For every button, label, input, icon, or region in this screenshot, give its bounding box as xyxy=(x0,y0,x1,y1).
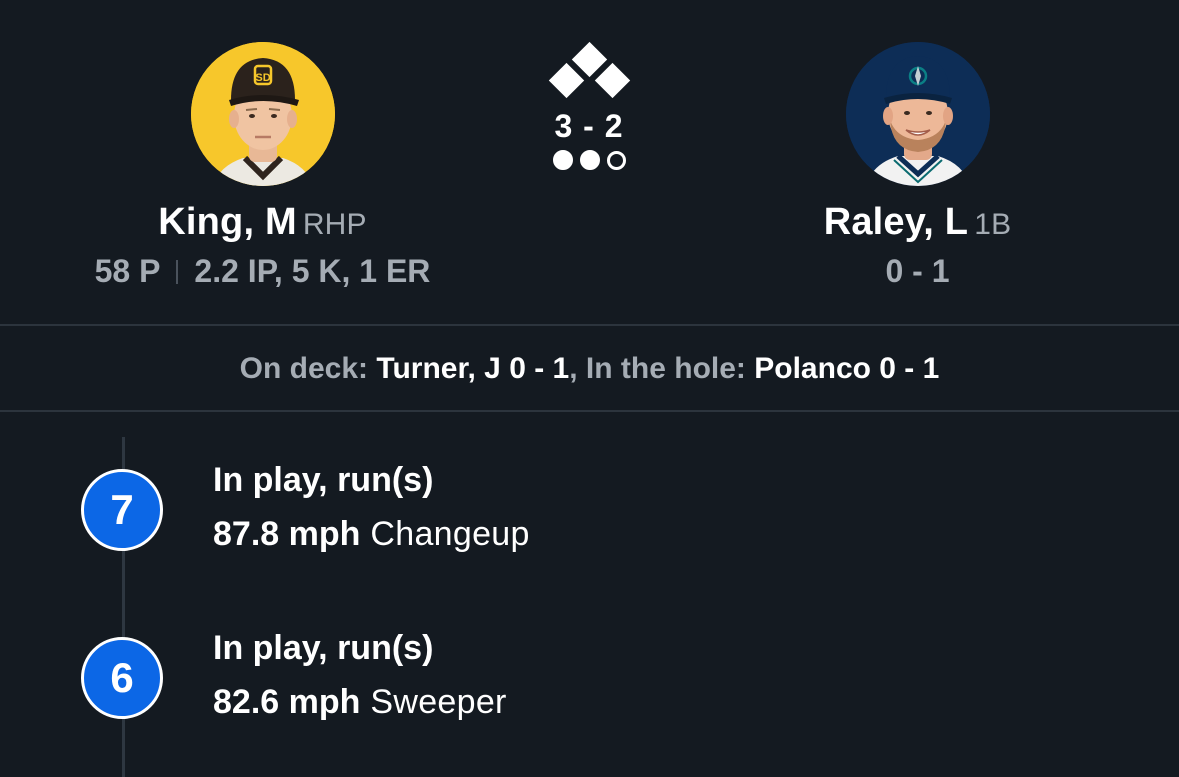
pitcher-name[interactable]: King, M xyxy=(158,201,297,243)
batter-headshot-icon xyxy=(845,42,990,186)
stat-separator xyxy=(176,260,179,284)
on-deck-player[interactable]: Turner, J 0 - 1 xyxy=(376,352,569,385)
batter-name-line: Raley, L 1B xyxy=(745,200,1090,247)
pitch-text: In play, run(s) 87.8 mph Changeup xyxy=(213,459,530,555)
svg-text:SD: SD xyxy=(255,72,270,84)
pitch-detail: 87.8 mph Changeup xyxy=(213,513,530,555)
in-hole-player[interactable]: Polanco 0 - 1 xyxy=(754,352,939,385)
ball-strike-count: 3 - 2 xyxy=(554,108,624,144)
first-base-icon xyxy=(594,62,631,99)
pitch-speed: 82.6 mph xyxy=(213,683,361,721)
divider-top xyxy=(0,324,1179,326)
matchup-header: SD King, M RHP 58 P 2.2 IP, 5 K, 1 ER 3 - … xyxy=(0,0,1179,325)
pitch-row[interactable]: 6 In play, run(s) 82.6 mph Sweeper xyxy=(0,629,1179,745)
due-up-separator: , xyxy=(569,352,578,385)
pitch-text: In play, run(s) 82.6 mph Sweeper xyxy=(213,627,507,723)
batter-avatar[interactable] xyxy=(845,42,990,186)
pitch-result: In play, run(s) xyxy=(213,461,434,499)
batter-name[interactable]: Raley, L xyxy=(824,201,969,243)
pitcher-avatar[interactable]: SD xyxy=(190,42,335,186)
pitcher-line: 2.2 IP, 5 K, 1 ER xyxy=(194,253,431,289)
in-hole-label: In the hole: xyxy=(585,352,746,385)
on-deck-label: On deck: xyxy=(239,352,369,385)
due-up-bar: On deck: Turner, J 0 - 1, In the hole: P… xyxy=(0,327,1179,411)
pitcher-pitch-count: 58 P xyxy=(94,253,161,289)
pitcher-card[interactable]: SD King, M RHP 58 P 2.2 IP, 5 K, 1 ER xyxy=(60,42,465,291)
batter-stats: 0 - 1 xyxy=(745,251,1090,291)
pitcher-stats: 58 P 2.2 IP, 5 K, 1 ER xyxy=(60,251,465,291)
batter-position: 1B xyxy=(974,208,1012,241)
pitch-timeline: 7 In play, run(s) 87.8 mph Changeup 6 In … xyxy=(0,413,1179,777)
batter-line: 0 - 1 xyxy=(885,253,950,289)
pitcher-position: RHP xyxy=(302,208,367,241)
pitch-type: Changeup xyxy=(370,515,530,553)
divider-bottom xyxy=(0,410,1179,412)
pitch-number-badge: 7 xyxy=(81,469,163,551)
batter-card[interactable]: Raley, L 1B 0 - 1 xyxy=(745,42,1090,291)
outs-indicator xyxy=(539,150,639,170)
pitch-detail: 82.6 mph Sweeper xyxy=(213,681,507,723)
out-filled-icon xyxy=(552,150,573,170)
out-filled-icon xyxy=(579,150,600,170)
pitcher-headshot-icon: SD xyxy=(190,42,335,186)
pitch-number-badge: 6 xyxy=(81,637,163,719)
pitcher-name-line: King, M RHP xyxy=(60,200,465,247)
game-situation: 3 - 2 xyxy=(539,41,639,170)
pitch-speed: 87.8 mph xyxy=(213,515,361,553)
pitch-result: In play, run(s) xyxy=(213,629,434,667)
pitch-type: Sweeper xyxy=(370,683,507,721)
bases-diamond xyxy=(539,41,639,99)
out-empty-icon xyxy=(606,151,626,170)
pitch-row[interactable]: 7 In play, run(s) 87.8 mph Changeup xyxy=(0,461,1179,577)
third-base-icon xyxy=(548,62,585,99)
